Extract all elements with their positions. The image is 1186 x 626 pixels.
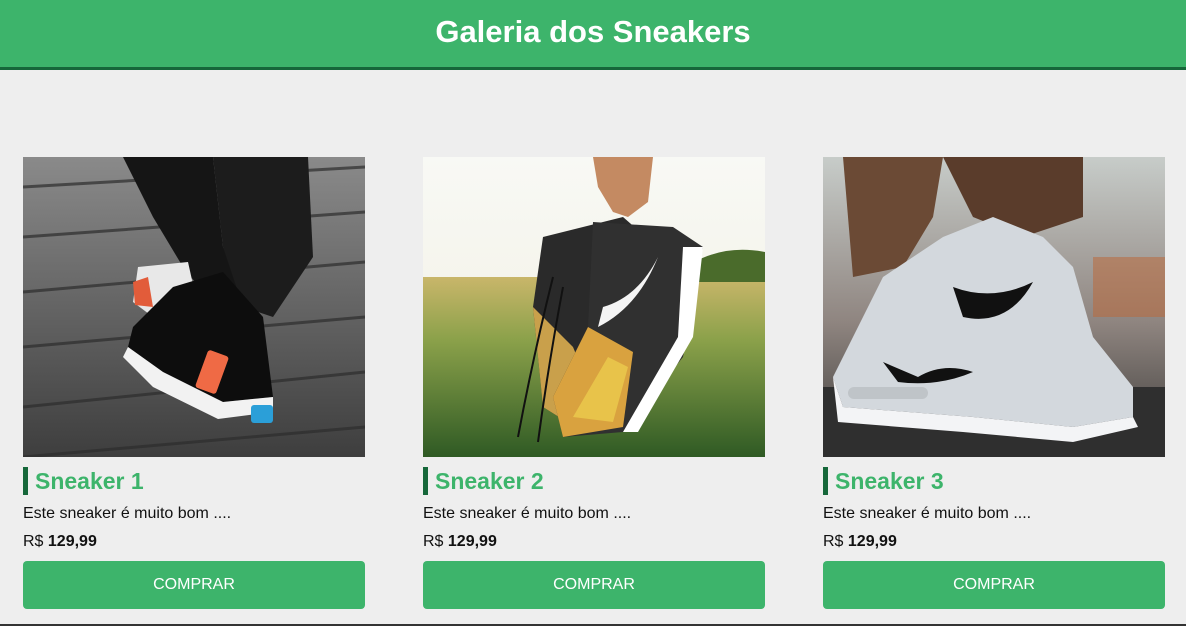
page-title: Galeria dos Sneakers	[435, 14, 751, 49]
product-title: Sneaker 2	[435, 467, 544, 494]
page-header: Galeria dos Sneakers	[0, 0, 1186, 70]
product-price: R$ 129,99	[423, 533, 765, 551]
price-value: 129,99	[47, 533, 97, 550]
product-title: Sneaker 3	[835, 467, 944, 494]
product-image	[23, 157, 365, 457]
product-image	[823, 157, 1165, 457]
price-currency: R$	[23, 533, 44, 550]
product-title-row: Sneaker 3	[823, 467, 1165, 495]
product-description: Este sneaker é muito bom ....	[423, 505, 632, 522]
product-description: Este sneaker é muito bom ....	[823, 505, 1032, 522]
product-price: R$ 129,99	[823, 533, 1165, 551]
product-title-row: Sneaker 2	[423, 467, 765, 495]
product-image	[423, 157, 765, 457]
product-description: Este sneaker é muito bom ....	[23, 505, 232, 522]
buy-button[interactable]: COMPRAR	[423, 561, 765, 609]
product-card: Sneaker 3 Este sneaker é muito bom .... …	[823, 157, 1165, 609]
buy-button[interactable]: COMPRAR	[23, 561, 365, 609]
price-value: 129,99	[847, 533, 897, 550]
buy-button[interactable]: COMPRAR	[823, 561, 1165, 609]
price-value: 129,99	[447, 533, 497, 550]
price-currency: R$	[423, 533, 444, 550]
product-title-row: Sneaker 1	[23, 467, 365, 495]
product-card: Sneaker 2 Este sneaker é muito bom .... …	[423, 157, 765, 609]
product-card: Sneaker 1 Este sneaker é muito bom .... …	[23, 157, 365, 609]
product-title: Sneaker 1	[35, 467, 144, 494]
product-price: R$ 129,99	[23, 533, 365, 551]
sneaker-gallery: Sneaker 1 Este sneaker é muito bom .... …	[23, 157, 1165, 609]
price-currency: R$	[823, 533, 844, 550]
